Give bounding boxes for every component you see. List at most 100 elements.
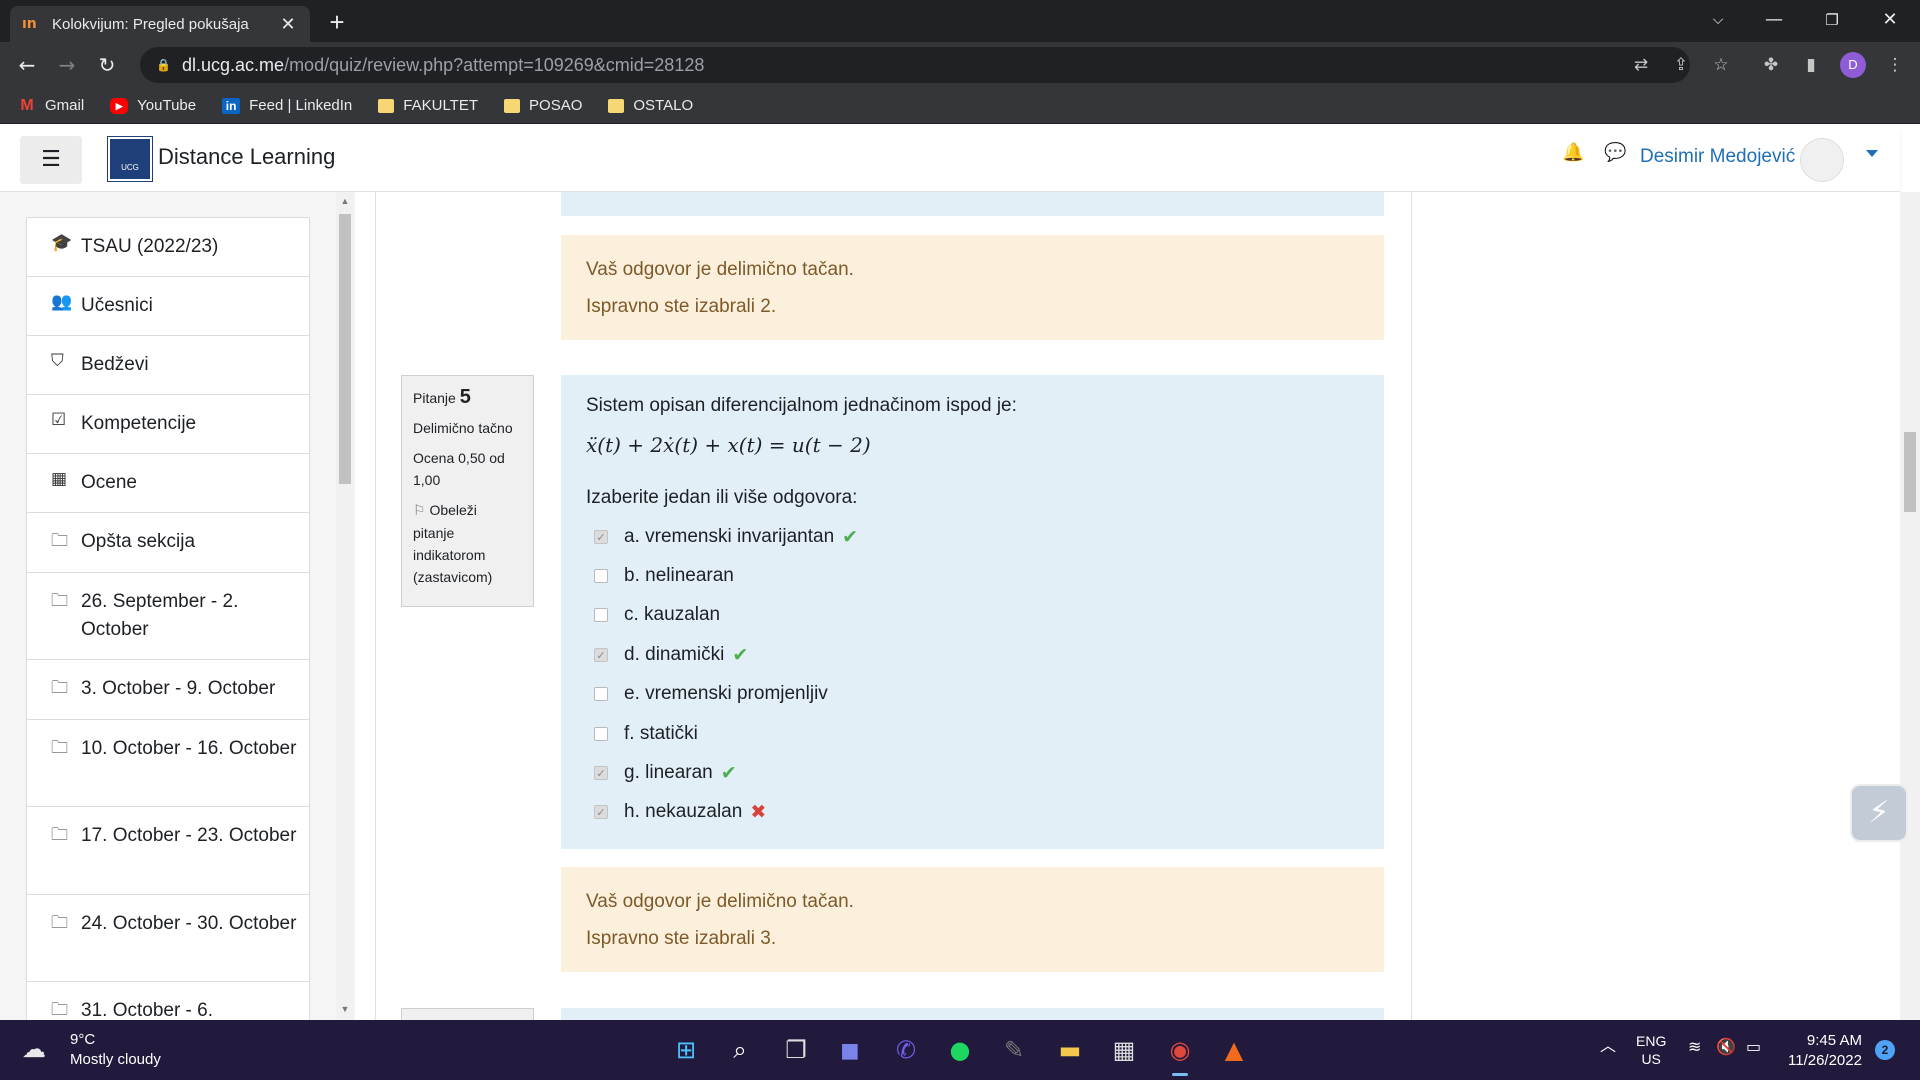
answer-checkbox[interactable] <box>594 687 608 702</box>
side-panel-icon[interactable]: ▮ <box>1796 50 1826 80</box>
weather-temperature: 9°C <box>70 1031 96 1048</box>
teams-chat-icon[interactable]: ◼ <box>830 1030 870 1070</box>
drawer-scrollbar-thumb[interactable] <box>339 214 351 484</box>
sidebar-item-general-section[interactable]: 🗀 Opšta sekcija <box>27 513 309 573</box>
bookmarks-bar: M Gmail ▶ YouTube in Feed | LinkedIn FAKULT… <box>0 88 1920 124</box>
window-close-icon[interactable]: ✕ <box>1862 0 1918 42</box>
bookmark-youtube[interactable]: ▶ YouTube <box>110 97 196 114</box>
browser-tab[interactable]: ın Kolokvijum: Pregled pokušaja ✕ <box>10 6 310 42</box>
spotify-icon[interactable]: ● <box>940 1030 980 1070</box>
youtube-icon: ▶ <box>110 97 129 114</box>
user-avatar[interactable] <box>1800 138 1844 182</box>
volume-muted-icon[interactable]: 🔇 <box>1716 1038 1736 1056</box>
question-info-box: Pitanje 5 Delimično tačno Ocena 0,50 od … <box>401 375 534 607</box>
answer-checkbox[interactable] <box>594 608 608 623</box>
pen-app-icon[interactable]: ✎ <box>994 1030 1034 1070</box>
cloud-icon: ☁ <box>22 1036 46 1063</box>
show-hidden-icons-icon[interactable]: ︿ <box>1600 1038 1616 1056</box>
share-icon[interactable]: ⇪ <box>1666 50 1696 80</box>
bookmark-linkedin[interactable]: in Feed | LinkedIn <box>222 97 352 114</box>
browser-toolbar: ← → ↻ 🔒 dl.ucg.ac.me/mod/quiz/review.php… <box>0 42 1920 88</box>
messages-icon[interactable]: 💬 <box>1604 142 1626 163</box>
user-menu-caret-icon[interactable] <box>1866 150 1878 157</box>
flag-question-link[interactable]: ⚐ Obeleži pitanje indikatorom (zastavico… <box>413 499 522 588</box>
extensions-icon[interactable]: ✤ <box>1756 50 1786 80</box>
correct-check-icon: ✔ <box>720 762 737 785</box>
menu-toggle-button[interactable]: ☰ <box>20 136 82 184</box>
ucg-logo[interactable]: UCG <box>107 136 153 182</box>
gmail-icon: M <box>20 96 34 114</box>
search-icon[interactable]: ⌕ <box>720 1030 760 1070</box>
tab-search-icon[interactable]: ⌵ <box>1690 0 1746 42</box>
weather-widget[interactable]: ☁ 9°C Mostly cloudy <box>22 1030 161 1070</box>
answer-option: ✓ h. nekauzalan ✖ <box>586 793 1359 832</box>
bookmark-posao[interactable]: POSAO <box>504 97 582 114</box>
folder-icon <box>608 98 625 113</box>
lock-icon: 🔒 <box>156 58 171 72</box>
wifi-icon[interactable]: ≋ <box>1688 1038 1701 1056</box>
bookmark-fakultet[interactable]: FAKULTET <box>378 97 478 114</box>
sidebar-item-course[interactable]: 🎓 TSAU (2022/23) <box>27 218 309 277</box>
sidebar-item-week[interactable]: 🗀 10. October - 16. October <box>27 720 309 807</box>
back-icon[interactable]: ← <box>12 50 42 80</box>
battery-icon[interactable]: ▭ <box>1746 1038 1761 1056</box>
system-clock[interactable]: 9:45 AM 11/26/2022 <box>1788 1031 1862 1071</box>
drawer-scrollbar[interactable]: ▲ ▼ <box>336 192 354 1020</box>
sidebar-item-week[interactable]: 🗀 26. September - 2. October <box>27 573 309 660</box>
windows-start-icon[interactable]: ⊞ <box>666 1030 706 1070</box>
reload-icon[interactable]: ↻ <box>92 50 122 80</box>
matlab-icon[interactable]: ▲ <box>1214 1030 1254 1070</box>
task-view-icon[interactable]: ❐ <box>776 1030 816 1070</box>
sidebar-item-participants[interactable]: 👥 Učesnici <box>27 277 309 336</box>
clock-date: 11/26/2022 <box>1788 1052 1862 1069</box>
answer-checkbox[interactable]: ✓ <box>594 766 608 781</box>
new-tab-button[interactable]: + <box>322 8 352 38</box>
viber-icon[interactable]: ✆ <box>886 1030 926 1070</box>
sidebar-item-week[interactable]: 🗀 24. October - 30. October <box>27 895 309 982</box>
sidebar-item-competencies[interactable]: ☑ Kompetencije <box>27 395 309 454</box>
answer-checkbox[interactable] <box>594 569 608 584</box>
forward-icon[interactable]: → <box>52 50 82 80</box>
restore-icon[interactable]: ❐ <box>1804 0 1860 42</box>
shield-icon: ⛉ <box>51 351 64 371</box>
bookmark-ostalo[interactable]: OSTALO <box>608 97 693 114</box>
moodle-favicon-icon: ın <box>22 16 37 32</box>
notifications-bell-icon[interactable]: 🔔 <box>1562 142 1584 163</box>
profile-avatar[interactable]: D <box>1840 52 1866 78</box>
site-name[interactable]: Distance Learning <box>158 144 335 170</box>
flag-icon: ⚐ <box>413 503 426 519</box>
sidebar-item-badges[interactable]: ⛉ Bedževi <box>27 336 309 395</box>
answer-checkbox[interactable] <box>594 726 608 741</box>
feedback-text: Vaš odgovor je delimično tačan. <box>586 891 854 912</box>
page-scrollbar[interactable] <box>1900 192 1920 1020</box>
floating-action-button[interactable]: ⚡ <box>1850 784 1908 842</box>
input-language[interactable]: ENG US <box>1636 1032 1666 1068</box>
sidebar-item-week[interactable]: 🗀 17. October - 23. October <box>27 807 309 895</box>
minimize-icon[interactable]: — <box>1746 0 1802 42</box>
address-bar[interactable]: 🔒 dl.ucg.ac.me/mod/quiz/review.php?attem… <box>140 47 1690 83</box>
scroll-up-icon[interactable]: ▲ <box>339 196 351 206</box>
page-scrollbar-thumb[interactable] <box>1904 432 1916 512</box>
microsoft-store-icon[interactable]: ▦ <box>1104 1030 1144 1070</box>
translate-icon[interactable]: ⇄ <box>1626 50 1656 80</box>
notification-count-badge[interactable]: 2 <box>1875 1040 1895 1060</box>
folder-icon: 🗀 <box>51 531 68 551</box>
answer-checkbox[interactable]: ✓ <box>594 529 608 544</box>
sidebar-item-week[interactable]: 🗀 31. October - 6. <box>27 982 309 1020</box>
chrome-menu-icon[interactable]: ⋮ <box>1880 50 1910 80</box>
tab-title: Kolokvijum: Pregled pokušaja <box>52 15 249 33</box>
bookmark-star-icon[interactable]: ☆ <box>1706 50 1736 80</box>
sidebar-item-grades[interactable]: ▦ Ocene <box>27 454 309 513</box>
user-name[interactable]: Desimir Medojević <box>1640 146 1795 168</box>
scroll-down-icon[interactable]: ▼ <box>339 1004 351 1014</box>
incorrect-x-icon: ✖ <box>750 801 767 824</box>
answer-checkbox[interactable]: ✓ <box>594 647 608 662</box>
file-explorer-icon[interactable]: ▬ <box>1050 1030 1090 1070</box>
chrome-icon[interactable]: ◉ <box>1160 1030 1200 1076</box>
tab-close-icon[interactable]: ✕ <box>278 14 298 35</box>
bookmark-gmail[interactable]: M Gmail <box>18 97 84 114</box>
answer-checkbox[interactable]: ✓ <box>594 805 608 820</box>
folder-icon <box>504 98 521 113</box>
answer-option: f. statički <box>586 714 1359 753</box>
sidebar-item-week[interactable]: 🗀 3. October - 9. October <box>27 660 309 720</box>
